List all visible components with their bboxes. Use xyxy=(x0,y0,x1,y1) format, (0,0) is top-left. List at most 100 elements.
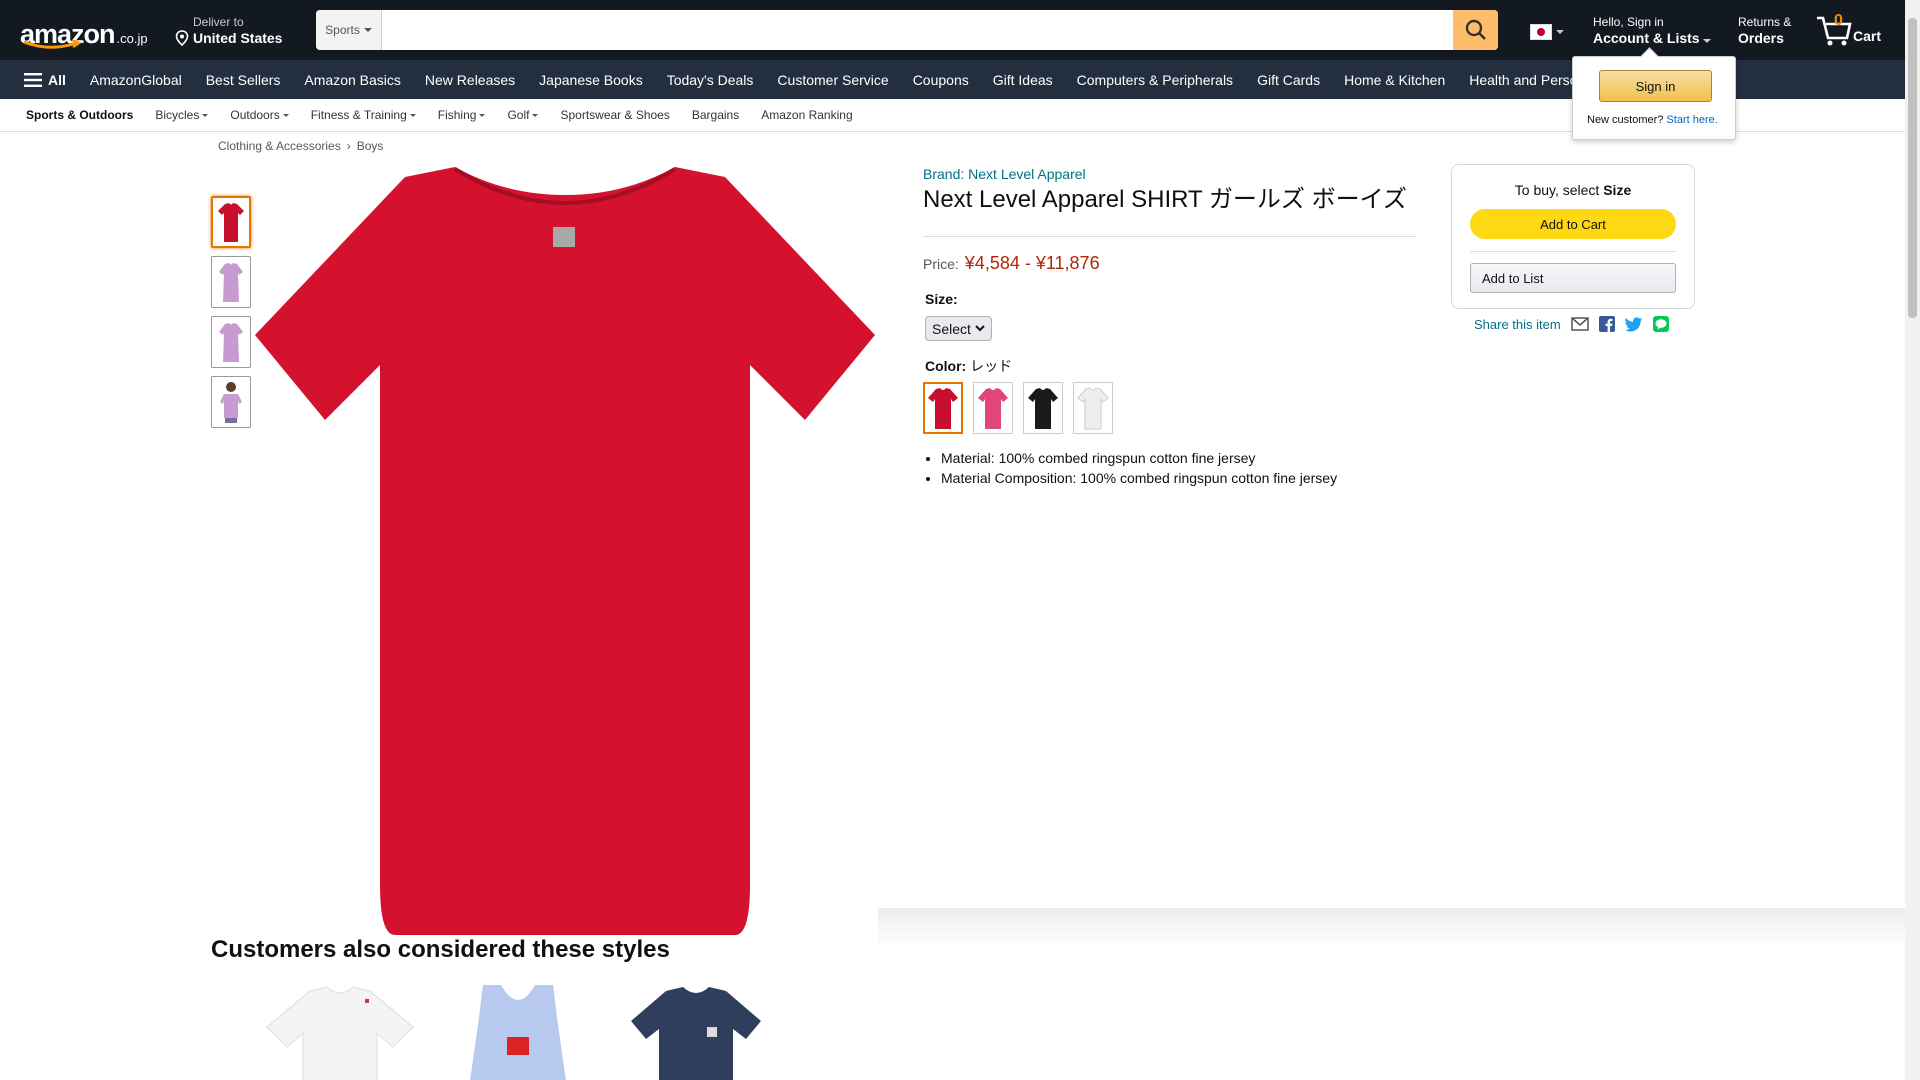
nav-link-home-kitchen[interactable]: Home & Kitchen xyxy=(1332,72,1457,88)
amazon-logo[interactable]: amazon .co.jp xyxy=(20,14,148,49)
nav-link-coupons[interactable]: Coupons xyxy=(901,72,981,88)
nav-link-amazonglobal[interactable]: AmazonGlobal xyxy=(78,72,194,88)
image-thumbnails xyxy=(211,196,251,436)
chevron-down-icon xyxy=(1703,39,1712,43)
tshirt-product-image xyxy=(631,987,761,1080)
subnav-bicycles[interactable]: Bicycles xyxy=(155,108,209,122)
line-icon[interactable] xyxy=(1652,316,1669,332)
share-label[interactable]: Share this item xyxy=(1474,317,1561,332)
deliver-country: United States xyxy=(193,30,283,46)
color-swatch-white[interactable] xyxy=(1073,382,1113,434)
section-divider xyxy=(878,908,1905,948)
hamburger-icon xyxy=(24,72,42,87)
color-swatch-black[interactable] xyxy=(1023,382,1063,434)
breadcrumb-item[interactable]: Clothing & Accessories xyxy=(218,139,341,153)
subnav-bargains[interactable]: Bargains xyxy=(692,108,739,122)
share-row: Share this item xyxy=(1474,316,1669,332)
subnav-outdoors[interactable]: Outdoors xyxy=(230,108,289,122)
dress-product-image xyxy=(470,985,566,1080)
new-customer-text: New customer? Start here. xyxy=(1587,114,1718,126)
deliver-to[interactable]: Deliver to United States xyxy=(175,15,282,47)
email-icon[interactable] xyxy=(1570,317,1589,331)
buy-instruction-size: Size xyxy=(1603,182,1632,198)
nav-link-new-releases[interactable]: New Releases xyxy=(413,72,527,88)
product-card[interactable] xyxy=(443,985,593,1080)
search-button[interactable] xyxy=(1453,10,1498,50)
color-label-title: Color: xyxy=(925,358,967,374)
size-select[interactable]: Select xyxy=(925,316,992,341)
subnav-fitness[interactable]: Fitness & Training xyxy=(311,108,416,122)
subnav-label: Outdoors xyxy=(230,108,280,122)
search-icon xyxy=(1465,19,1486,40)
divider xyxy=(1470,251,1676,252)
returns-orders[interactable]: Returns & Orders xyxy=(1738,15,1791,47)
divider xyxy=(923,236,1416,237)
tshirt-product-image xyxy=(266,986,414,1080)
nav-link-best-sellers[interactable]: Best Sellers xyxy=(194,72,293,88)
buy-instruction: To buy, select Size xyxy=(1452,182,1694,198)
subnav-label: Golf xyxy=(507,108,530,122)
nav-link-gift-cards[interactable]: Gift Cards xyxy=(1245,72,1332,88)
cart-count: 0 xyxy=(1834,12,1843,29)
thumbnail[interactable] xyxy=(211,316,251,368)
add-to-list-button[interactable]: Add to List xyxy=(1470,263,1676,293)
search-category-label: Sports xyxy=(325,23,360,37)
search-category-dropdown[interactable]: Sports xyxy=(316,10,382,50)
cart-label: Cart xyxy=(1853,28,1882,44)
model-thumbnail-icon xyxy=(220,382,242,423)
also-considered-products xyxy=(265,985,771,1080)
chevron-down-icon xyxy=(532,113,539,117)
nav-link-gift-ideas[interactable]: Gift Ideas xyxy=(981,72,1065,88)
main-product-image[interactable] xyxy=(255,165,875,945)
page-scrollbar[interactable] xyxy=(1905,0,1920,1080)
deliver-label: Deliver to xyxy=(193,15,244,29)
chevron-down-icon xyxy=(479,113,486,117)
thumbnail[interactable] xyxy=(211,196,251,248)
size-select-value: Select xyxy=(932,320,971,337)
shirt-thumbnail-icon xyxy=(219,263,243,302)
twitter-icon[interactable] xyxy=(1624,316,1643,332)
account-menu[interactable]: Hello, Sign in Account & Lists xyxy=(1593,15,1712,47)
subnav-ranking[interactable]: Amazon Ranking xyxy=(761,108,852,122)
nav-link-computers[interactable]: Computers & Peripherals xyxy=(1065,72,1245,88)
breadcrumb-item[interactable]: Boys xyxy=(357,139,384,153)
nav-link-japanese-books[interactable]: Japanese Books xyxy=(527,72,655,88)
orders-label: Orders xyxy=(1738,30,1784,46)
nav-link-todays-deals[interactable]: Today's Deals xyxy=(655,72,766,88)
chevron-down-icon xyxy=(1556,30,1564,34)
chevron-right-icon: › xyxy=(346,139,351,153)
feature-bullet: Material: 100% combed ringspun cotton fi… xyxy=(941,448,1337,468)
shirt-swatch-icon xyxy=(1028,388,1058,429)
shirt-swatch-icon xyxy=(1077,387,1109,430)
add-to-cart-button[interactable]: Add to Cart xyxy=(1470,209,1676,239)
search-input[interactable] xyxy=(382,10,1453,50)
scrollbar-thumb[interactable] xyxy=(1908,18,1917,318)
color-swatch-red[interactable] xyxy=(923,382,963,434)
facebook-icon[interactable] xyxy=(1598,316,1615,332)
subnav-label: Bicycles xyxy=(155,108,200,122)
thumbnail[interactable] xyxy=(211,376,251,428)
product-card[interactable] xyxy=(621,985,771,1080)
subnav-sportswear[interactable]: Sportswear & Shoes xyxy=(560,108,669,122)
subnav-golf[interactable]: Golf xyxy=(507,108,539,122)
all-menu-button[interactable]: All xyxy=(0,72,78,88)
subnav-fishing[interactable]: Fishing xyxy=(438,108,486,122)
start-here-link[interactable]: Start here. xyxy=(1666,114,1717,126)
subnav-label: Fitness & Training xyxy=(310,108,407,122)
language-selector[interactable] xyxy=(1530,24,1564,40)
signin-button[interactable]: Sign in xyxy=(1599,70,1712,102)
returns-label: Returns & xyxy=(1738,15,1792,29)
subnav-sports-outdoors[interactable]: Sports & Outdoors xyxy=(26,108,133,122)
cart-button[interactable]: 0 Cart xyxy=(1815,12,1885,48)
color-swatch-pink[interactable] xyxy=(973,382,1013,434)
smile-icon xyxy=(23,40,82,49)
nav-link-amazon-basics[interactable]: Amazon Basics xyxy=(292,72,412,88)
japan-flag-icon xyxy=(1530,24,1552,40)
subnav-label: Fishing xyxy=(437,108,477,122)
product-card[interactable] xyxy=(265,985,415,1080)
color-swatches xyxy=(923,382,1113,434)
brand-link[interactable]: Brand: Next Level Apparel xyxy=(923,166,1086,182)
nav-link-customer-service[interactable]: Customer Service xyxy=(765,72,900,88)
price-label: Price: xyxy=(923,256,959,272)
thumbnail[interactable] xyxy=(211,256,251,308)
